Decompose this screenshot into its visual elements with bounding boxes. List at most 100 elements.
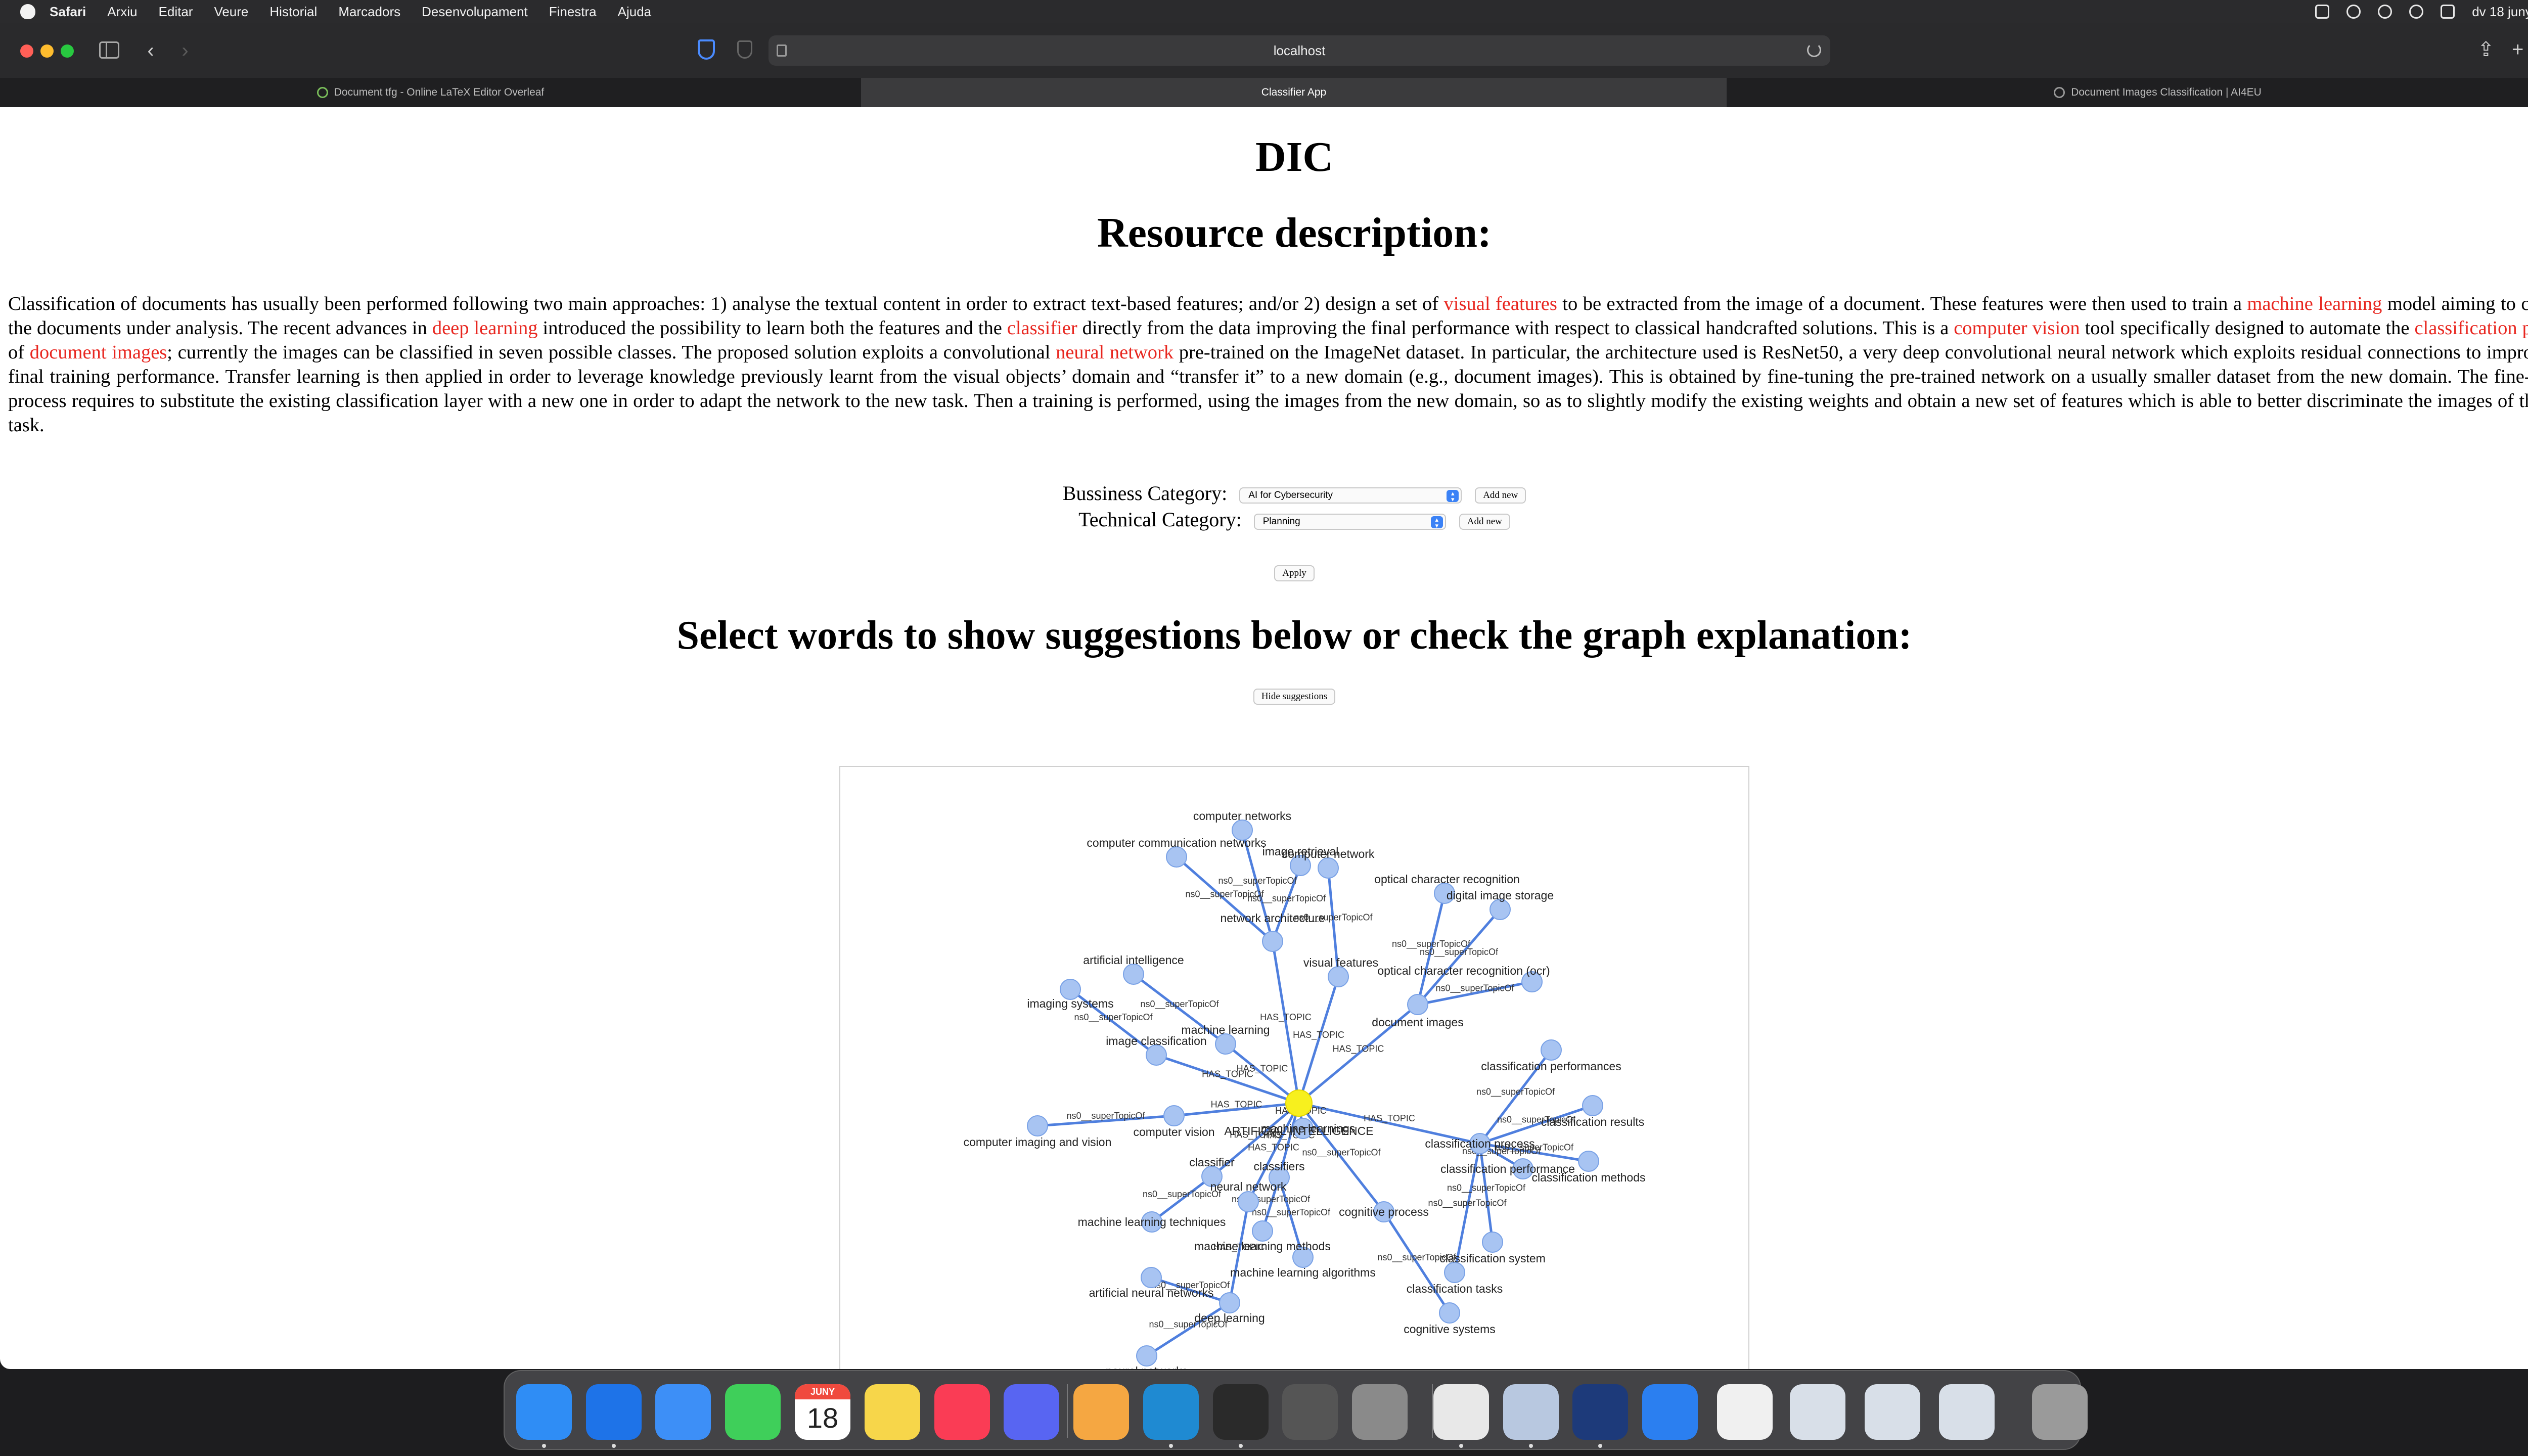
finder-icon[interactable] [516,1384,572,1440]
play-status-icon[interactable] [2346,5,2361,19]
graph-hub-node[interactable] [1285,1089,1313,1117]
zoom-window-button[interactable] [61,44,74,58]
minimize-window-button[interactable] [40,44,54,58]
graph-node-label[interactable]: classification process [1425,1137,1534,1150]
graph-node-label[interactable]: cognitive systems [1404,1323,1496,1336]
tab-overleaf[interactable]: Document tfg - Online LaTeX Editor Overl… [0,78,861,107]
graph-node-label[interactable]: optical character recognition (ocr) [1377,964,1550,977]
back-icon[interactable]: ‹ [141,40,161,61]
document-icon[interactable] [1717,1384,1773,1440]
graph-node[interactable] [1252,1220,1273,1242]
graph-node[interactable] [1166,846,1187,868]
graph-node-label[interactable]: classification methods [1532,1171,1646,1184]
discord-icon[interactable] [1004,1384,1060,1440]
music-icon[interactable] [934,1384,990,1440]
menu-item-marcadors[interactable]: Marcadors [338,4,400,20]
share-icon[interactable]: ⇪ [2477,38,2495,61]
graph-node[interactable] [1407,994,1428,1015]
graph-node[interactable] [1541,1039,1562,1061]
forward-icon[interactable]: › [175,40,195,61]
notes-icon[interactable] [864,1384,920,1440]
sidebar-toggle-icon[interactable] [99,41,119,59]
keyword-link[interactable]: deep learning [432,317,538,339]
mail-icon[interactable] [655,1384,711,1440]
graph-node[interactable] [1318,857,1339,879]
menu-item-desenvolupament[interactable]: Desenvolupament [422,4,528,20]
graph-node-label[interactable]: computer imaging and vision [964,1135,1112,1149]
keyword-link[interactable]: classification process [2414,317,2528,339]
graph-node[interactable] [1027,1115,1048,1136]
keyword-link[interactable]: classifier [1007,317,1077,339]
apply-button[interactable]: Apply [1274,565,1315,581]
control-center-icon[interactable] [2441,5,2455,19]
graph-canvas[interactable]: ns0__superTopicOf ns0__superTopicOf ns0__s… [840,767,1749,1369]
privacy-shield-icon[interactable] [698,39,715,60]
graph-node-label[interactable]: document images [1372,1016,1464,1029]
keyboard-input-icon[interactable] [2315,5,2330,19]
graph-node-label[interactable]: classifier [1189,1156,1235,1169]
graph-node-label[interactable]: computer vision [1133,1125,1214,1139]
messages-icon[interactable] [725,1384,781,1440]
graph-node[interactable] [1146,1044,1167,1066]
keyword-link[interactable]: neural network [1056,342,1173,363]
hide-suggestions-button[interactable]: Hide suggestions [1253,689,1336,705]
graph-node[interactable] [1482,1232,1503,1253]
graph-node[interactable] [1060,979,1081,1000]
graph-node-label[interactable]: neural network [1210,1180,1287,1193]
graph-node-label[interactable]: digital image storage [1447,889,1554,902]
preview-icon[interactable] [1503,1384,1559,1440]
settings-icon[interactable] [1352,1384,1408,1440]
graph-node-label[interactable]: deep learning [1194,1311,1265,1325]
graph-node-label[interactable]: optical character recognition [1374,873,1520,886]
trash-icon[interactable] [2032,1384,2088,1440]
graph-node[interactable] [1238,1191,1259,1212]
graph-node-label[interactable]: artificial intelligence [1083,953,1184,967]
graph-node-label[interactable]: machine learnings [1261,1122,1356,1135]
graph-node[interactable] [1215,1033,1236,1055]
keyword-link[interactable]: computer vision [1954,317,2080,339]
extension-icon[interactable] [737,40,752,59]
window-thumb-icon[interactable] [1939,1384,1995,1440]
keyword-link[interactable]: machine learning [2247,293,2382,314]
technical-category-select[interactable]: Planning ▴ ▾ [1253,513,1446,530]
graph-node-label[interactable]: network architecture [1220,912,1325,925]
menu-item-historial[interactable]: Historial [269,4,317,20]
graph-node-label[interactable]: classification performances [1481,1060,1621,1073]
graph-node[interactable] [1136,1345,1157,1367]
menu-item-arxiu[interactable]: Arxiu [107,4,137,20]
graph-node-label[interactable]: machine learning techniques [1078,1215,1226,1228]
tab-ai4eu[interactable]: Document Images Classification | AI4EU [1727,78,2528,107]
close-window-button[interactable] [20,44,33,58]
vscode-icon[interactable] [1143,1384,1199,1440]
add-new-business-button[interactable]: Add new [1475,487,1526,504]
url-text[interactable]: localhost [769,35,1830,66]
calendar-icon[interactable]: JUNY 18 [795,1384,850,1440]
graph-node[interactable] [1328,966,1349,987]
new-tab-icon[interactable]: + [2512,38,2523,61]
graph-node[interactable] [1582,1095,1603,1116]
graph-node-label[interactable]: image classification [1106,1034,1206,1048]
window-thumb-icon[interactable] [1790,1384,1845,1440]
safari-icon[interactable] [585,1384,642,1440]
graph-node[interactable] [1123,964,1144,985]
graph-node-label[interactable]: cognitive process [1339,1205,1429,1218]
graph-node[interactable] [1219,1292,1240,1313]
keyword-link[interactable]: document images [30,342,167,363]
menu-item-ajuda[interactable]: Ajuda [618,4,652,20]
graph-node-label[interactable]: visual features [1303,956,1378,969]
graph-node-label[interactable]: machine learning algorithms [1230,1266,1376,1279]
wifi-icon[interactable] [2378,5,2392,19]
graph-node-label[interactable]: computer network [1282,847,1375,860]
graph-node[interactable] [1141,1267,1162,1288]
window-thumb-icon[interactable] [1864,1384,1920,1440]
graph-node-label[interactable]: neural networks [1106,1364,1188,1369]
graph-node[interactable] [1262,931,1283,952]
business-category-select[interactable]: AI for Cybersecurity ▴ ▾ [1239,487,1462,504]
chrome-icon[interactable] [1433,1384,1489,1440]
menu-app-name[interactable]: Safari [50,4,86,20]
graph-node[interactable] [1444,1262,1465,1283]
graph-node-label[interactable]: classifiers [1254,1160,1305,1173]
graph-node-label[interactable]: classification tasks [1407,1282,1503,1295]
safari-tech-preview-icon[interactable] [1642,1384,1698,1440]
graph-node-label[interactable]: imaging systems [1027,997,1113,1010]
